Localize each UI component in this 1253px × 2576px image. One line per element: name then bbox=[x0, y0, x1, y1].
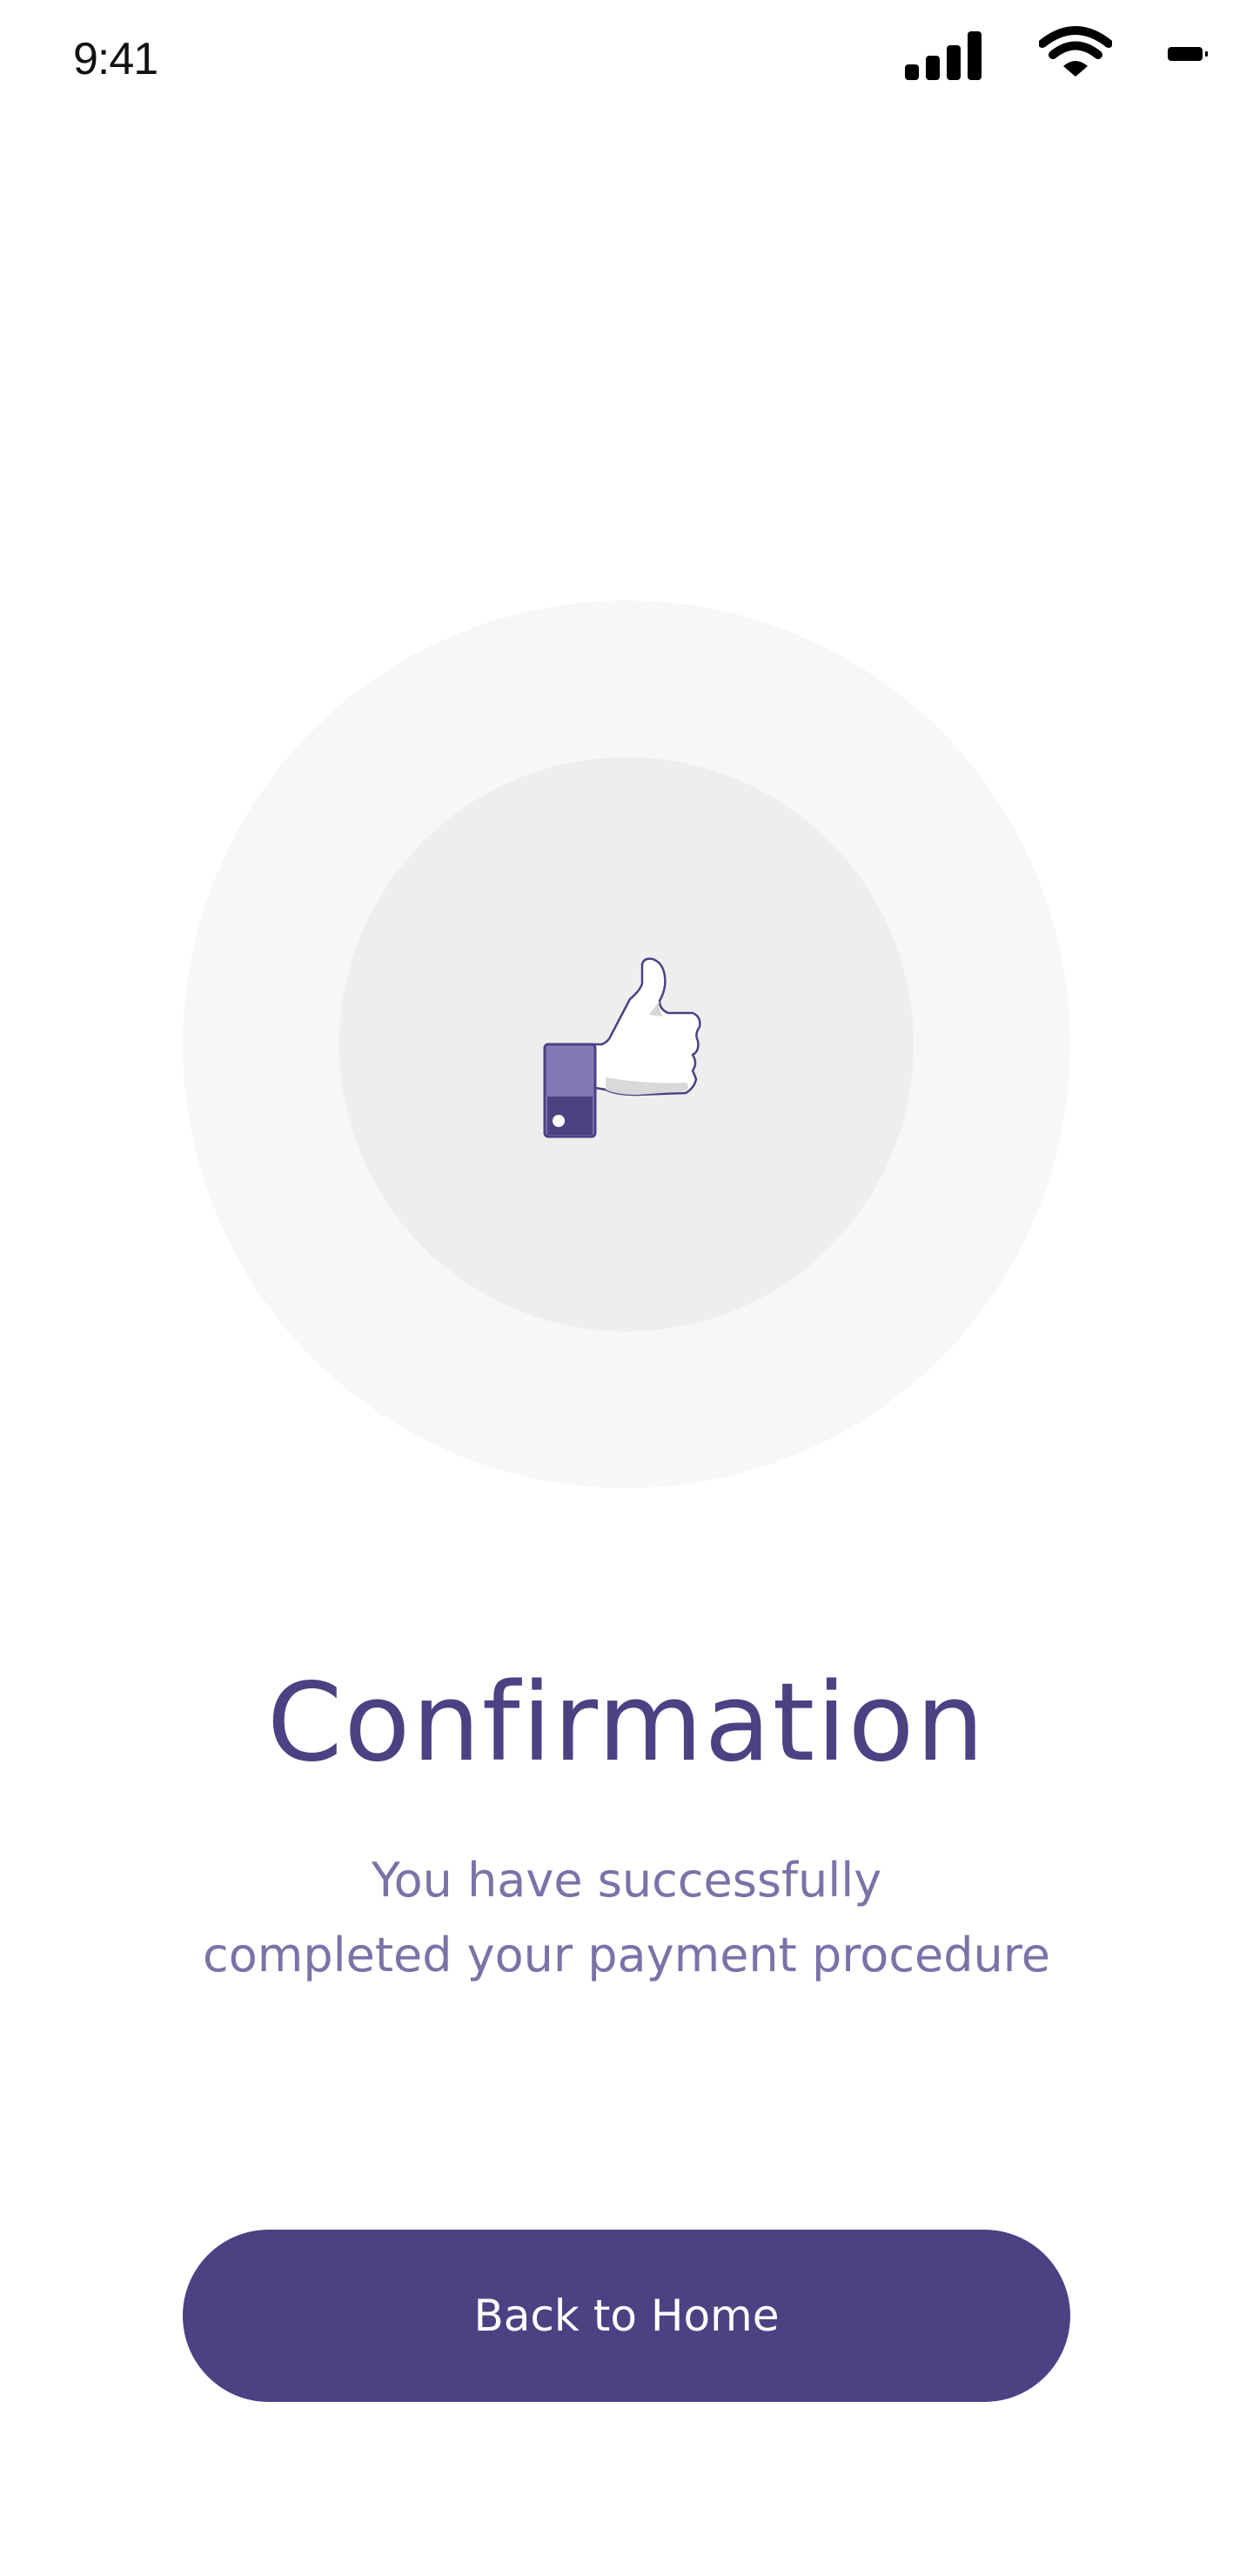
page-subtitle: You have successfully completed your pay… bbox=[0, 1843, 1253, 1993]
signal-icon bbox=[905, 31, 982, 80]
wifi-icon bbox=[1039, 26, 1112, 77]
page-title: Confirmation bbox=[266, 1660, 987, 1786]
status-time: 9:41 bbox=[73, 34, 158, 84]
back-to-home-button[interactable]: Back to Home bbox=[183, 2230, 1070, 2402]
status-bar: 9:41 bbox=[0, 0, 1253, 122]
battery-icon bbox=[1168, 47, 1208, 61]
thumbs-up-icon bbox=[543, 957, 701, 1138]
subtitle-line-2: completed your payment procedure bbox=[203, 1928, 1050, 1982]
subtitle-line-1: You have successfully bbox=[371, 1853, 882, 1908]
